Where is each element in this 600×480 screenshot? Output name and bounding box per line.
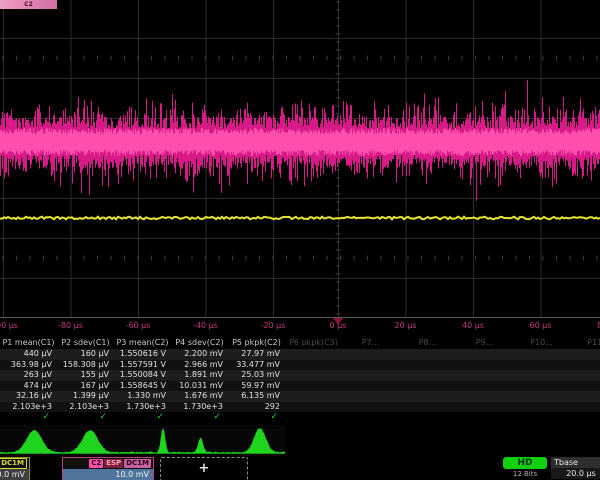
oscilloscope-screen: C2 -100 µs -80 µs -60 µs -40 µs -20 µs 0 µs 20… bbox=[0, 0, 600, 480]
measure-cell: 1.550616 V bbox=[114, 349, 171, 360]
measure-cell: 33.477 mV bbox=[228, 360, 285, 371]
measure-cell: 2.103e+3 bbox=[0, 402, 57, 413]
status-check-icon: ✓ bbox=[114, 412, 171, 423]
measure-cell: 440 µV bbox=[0, 349, 57, 360]
measure-cell: 1.730e+3 bbox=[114, 402, 171, 413]
measure-row-num: 2.103e+32.103e+31.730e+31.730e+3292 bbox=[0, 402, 600, 413]
status-check-icon: ✓ bbox=[0, 412, 57, 423]
histicon-p4[interactable] bbox=[171, 425, 228, 456]
descriptor-bar: C1 DC1M 10.0 mV C2 ESP DC1M 10.0 mV + HD… bbox=[0, 457, 600, 480]
c1-badges: C1 DC1M bbox=[0, 458, 29, 469]
channel-c2-descriptor[interactable]: C2 ESP DC1M 10.0 mV bbox=[62, 457, 154, 480]
measure-cell: 32.16 µV bbox=[0, 391, 57, 402]
measure-row-mean: 363.98 µV158.308 µV1.557591 V2.966 mV33.… bbox=[0, 360, 600, 371]
time-axis-label: 60 µs bbox=[530, 321, 552, 330]
measure-cell: 1.550084 V bbox=[114, 370, 171, 381]
trace-label[interactable]: C2 bbox=[0, 0, 57, 9]
measure-header-6[interactable]: P6 pkpk(C3) bbox=[285, 336, 342, 349]
c2-esp-badge: ESP bbox=[104, 459, 123, 468]
measure-row-max: 474 µV167 µV1.558645 V10.031 mV59.97 mV bbox=[0, 381, 600, 392]
measure-cell: 155 µV bbox=[57, 370, 114, 381]
hd-mode-indicator[interactable]: HD 12 Bits bbox=[503, 457, 547, 479]
channel-c1-descriptor[interactable]: C1 DC1M 10.0 mV bbox=[0, 457, 30, 480]
timebase-title: Tbase bbox=[551, 457, 600, 468]
measure-header-7[interactable]: P7... bbox=[342, 336, 399, 349]
measure-cell: 59.97 mV bbox=[228, 381, 285, 392]
c2-coupling-badge: DC1M bbox=[124, 459, 151, 468]
status-check-icon: ✓ bbox=[228, 412, 285, 423]
measure-row-value: 440 µV160 µV1.550616 V2.200 mV27.97 mV bbox=[0, 349, 600, 360]
time-axis-label: -100 µs bbox=[0, 321, 18, 330]
measure-header-1[interactable]: P1 mean(C1) bbox=[0, 336, 57, 349]
measure-cell: 158.308 µV bbox=[57, 360, 114, 371]
c1-scale-value: 10.0 mV bbox=[0, 469, 29, 480]
c1-coupling-badge: DC1M bbox=[0, 458, 27, 469]
measure-header-5[interactable]: P5 pkpk(C2) bbox=[228, 336, 285, 349]
measure-header-8[interactable]: P8... bbox=[399, 336, 456, 349]
measure-cell: 25.03 mV bbox=[228, 370, 285, 381]
status-check-icon: ✓ bbox=[57, 412, 114, 423]
add-trace-button[interactable]: + bbox=[160, 457, 248, 480]
measure-header-row: P1 mean(C1)P2 sdev(C1)P3 mean(C2)P4 sdev… bbox=[0, 336, 600, 349]
plus-icon: + bbox=[199, 461, 210, 476]
measure-cell: 292 bbox=[228, 402, 285, 413]
measure-header-4[interactable]: P4 sdev(C2) bbox=[171, 336, 228, 349]
graticule-and-traces bbox=[0, 0, 600, 318]
measure-cell: 1.730e+3 bbox=[171, 402, 228, 413]
histicon-p2[interactable] bbox=[57, 425, 114, 456]
measure-cell: 10.031 mV bbox=[171, 381, 228, 392]
measure-cell: 160 µV bbox=[57, 349, 114, 360]
time-axis-label: -60 µs bbox=[126, 321, 151, 330]
measure-cell: 27.97 mV bbox=[228, 349, 285, 360]
measure-row-sdev: 32.16 µV1.399 µV1.330 mV1.676 mV6.135 mV bbox=[0, 391, 600, 402]
hd-badge: HD bbox=[503, 457, 547, 469]
c2-badges: C2 ESP DC1M bbox=[63, 458, 153, 469]
histicon-p5[interactable] bbox=[228, 425, 285, 456]
measure-cell: 6.135 mV bbox=[228, 391, 285, 402]
measure-header-9[interactable]: P9... bbox=[456, 336, 513, 349]
histicon-p3[interactable] bbox=[114, 425, 171, 456]
measure-cell: 1.330 mV bbox=[114, 391, 171, 402]
time-axis-label: -40 µs bbox=[193, 321, 218, 330]
waveform-grid[interactable] bbox=[0, 0, 600, 318]
time-axis-label: -80 µs bbox=[58, 321, 83, 330]
status-check-icon: ✓ bbox=[171, 412, 228, 423]
c2-label-badge: C2 bbox=[89, 459, 103, 468]
timebase-descriptor[interactable]: Tbase 20.0 µs bbox=[551, 457, 600, 479]
measure-header-3[interactable]: P3 mean(C2) bbox=[114, 336, 171, 349]
measure-cell: 1.557591 V bbox=[114, 360, 171, 371]
measure-cell: 1.676 mV bbox=[171, 391, 228, 402]
measure-cell: 363.98 µV bbox=[0, 360, 57, 371]
measure-cell: 2.966 mV bbox=[171, 360, 228, 371]
timebase-value: 20.0 µs bbox=[551, 468, 600, 479]
measure-cell: 263 µV bbox=[0, 370, 57, 381]
measure-cell: 1.558645 V bbox=[114, 381, 171, 392]
time-axis-label: 40 µs bbox=[462, 321, 484, 330]
measure-row-min: 263 µV155 µV1.550084 V1.891 mV25.03 mV bbox=[0, 370, 600, 381]
measure-cell: 1.399 µV bbox=[57, 391, 114, 402]
measure-header-2[interactable]: P2 sdev(C1) bbox=[57, 336, 114, 349]
measurement-histicons bbox=[0, 425, 600, 456]
measure-cell: 2.103e+3 bbox=[57, 402, 114, 413]
time-axis-label: -20 µs bbox=[261, 321, 286, 330]
c2-scale-value: 10.0 mV bbox=[63, 469, 153, 480]
histicon-p1[interactable] bbox=[0, 425, 57, 456]
measure-header-10[interactable]: P10... bbox=[513, 336, 570, 349]
measurement-table: P1 mean(C1)P2 sdev(C1)P3 mean(C2)P4 sdev… bbox=[0, 336, 600, 423]
measure-cell: 1.891 mV bbox=[171, 370, 228, 381]
time-axis: -100 µs -80 µs -60 µs -40 µs -20 µs 0 µs 20 µs… bbox=[0, 318, 600, 336]
measure-cell: 2.200 mV bbox=[171, 349, 228, 360]
measure-cell: 474 µV bbox=[0, 381, 57, 392]
time-axis-label: 0 µs bbox=[330, 321, 347, 330]
measure-header-11[interactable]: P11... bbox=[570, 336, 600, 349]
measure-status-row: ✓✓✓✓✓ bbox=[0, 412, 600, 423]
measure-cell: 167 µV bbox=[57, 381, 114, 392]
time-axis-label: 20 µs bbox=[395, 321, 417, 330]
hd-bits-label: 12 Bits bbox=[503, 470, 547, 479]
